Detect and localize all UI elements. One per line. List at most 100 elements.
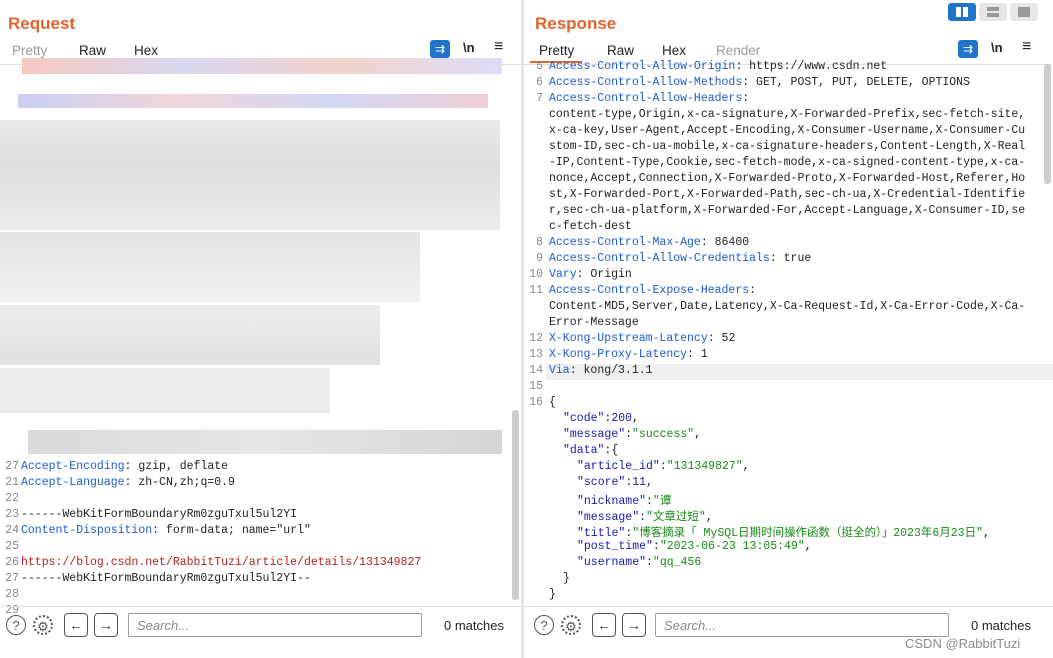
- tab-hex[interactable]: Hex: [662, 43, 686, 58]
- request-scrollbar[interactable]: [512, 410, 519, 600]
- tab-raw[interactable]: Raw: [79, 43, 106, 58]
- json-key: "article_id": [577, 460, 660, 473]
- code-line: "article_id":"131349827",: [577, 460, 750, 473]
- word-wrap-icon[interactable]: ⇉: [958, 40, 978, 58]
- json-key: "score": [577, 476, 626, 489]
- split-vertical-icon[interactable]: [979, 3, 1007, 21]
- code-line: "score":11,: [577, 476, 653, 489]
- tab-render[interactable]: Render: [716, 43, 760, 58]
- json-string: "131349827": [666, 460, 743, 473]
- code-line: st,X-Forwarded-Port,X-Forwarded-Path,sec…: [549, 188, 1025, 201]
- line-number: 23: [5, 508, 19, 521]
- header-name: Vary: [549, 268, 577, 281]
- code-line: X-Kong-Proxy-Latency: 1: [549, 348, 708, 361]
- response-scrollbar[interactable]: [1044, 64, 1051, 184]
- code-line: Accept-Encoding: gzip, deflate: [21, 460, 228, 473]
- header-value: : https://www.csdn.net: [735, 60, 888, 73]
- header-value: : true: [769, 252, 812, 265]
- tab-raw[interactable]: Raw: [607, 43, 634, 58]
- code-line: nonce,Accept,Connection,X-Forwarded-Prot…: [549, 172, 1025, 185]
- json-string: "博客摘录「 MySQL日期时间操作函数（挺全的）」2023年6月23日": [632, 527, 983, 540]
- header-name: Access-Control-Expose-Headers: [549, 284, 750, 297]
- json-number: 11: [632, 476, 647, 489]
- single-pane-icon[interactable]: [1010, 3, 1038, 21]
- json-string: "文章过短": [646, 511, 706, 524]
- code-line: Vary: Origin: [549, 268, 632, 281]
- line-number: 13: [529, 348, 543, 361]
- arrow-left-icon[interactable]: ←: [64, 613, 88, 637]
- arrow-right-icon[interactable]: →: [622, 613, 646, 637]
- header-name: Access-Control-Max-Age: [549, 236, 701, 249]
- code-line: Via: kong/3.1.1: [549, 364, 653, 377]
- code-line: "post_time":"2023-06-23 13:05:49",: [577, 540, 812, 553]
- code-line: Error-Message: [549, 316, 639, 329]
- code-line: stom-ID,sec-ch-ua-mobile,x-ca-signature-…: [549, 140, 1025, 153]
- json-key: "message": [577, 511, 640, 524]
- code-line: "code":200,: [563, 412, 639, 425]
- header-name: Accept-Language: [21, 476, 125, 489]
- settings-gear-icon[interactable]: ⚙: [561, 615, 581, 635]
- line-number: 25: [5, 540, 19, 553]
- response-pane: Response Pretty Raw Hex Render ⇉ \n ≡ 5A…: [524, 0, 1053, 658]
- code-line: ------WebKitFormBoundaryRm0zguTxul5ul2YI…: [21, 572, 311, 585]
- line-number: 5: [536, 60, 543, 73]
- code-line: c-fetch-dest: [549, 220, 632, 233]
- response-matches-count: 0 matches: [971, 618, 1031, 633]
- header-name: Access-Control-Allow-Headers: [549, 92, 743, 105]
- line-number: 27: [5, 572, 19, 585]
- response-search-input[interactable]: [655, 613, 949, 637]
- request-search-input[interactable]: [128, 613, 422, 637]
- header-value: : 86400: [700, 236, 750, 249]
- json-punct: ,: [982, 527, 990, 540]
- line-number: 9: [536, 252, 543, 265]
- view-layout-toggle: [948, 3, 1038, 21]
- json-key: "code": [563, 412, 605, 425]
- code-line: {: [549, 396, 556, 409]
- request-footer: ? ⚙ ← → 0 matches: [0, 606, 521, 645]
- header-name: X-Kong-Upstream-Latency: [549, 332, 708, 345]
- body-text: ------WebKitFormBoundaryRm0zguTxul5ul2YI…: [21, 572, 311, 585]
- arrow-left-icon[interactable]: ←: [592, 613, 616, 637]
- settings-gear-icon[interactable]: ⚙: [33, 615, 53, 635]
- code-line: Content-MD5,Server,Date,Latency,X-Ca-Req…: [549, 300, 1025, 313]
- header-name: Accept-Encoding: [21, 460, 125, 473]
- split-horizontal-icon[interactable]: [948, 3, 976, 21]
- code-line: "data":{: [563, 444, 618, 457]
- word-wrap-icon[interactable]: ⇉: [430, 40, 450, 58]
- json-punct: ,: [646, 476, 653, 489]
- newline-toggle[interactable]: \n: [463, 40, 475, 58]
- hamburger-menu-icon[interactable]: ≡: [494, 38, 503, 56]
- tab-pretty[interactable]: Pretty: [12, 43, 47, 58]
- json-punct: :: [652, 540, 660, 553]
- code-line: "message":"success",: [563, 428, 701, 441]
- header-name: Access-Control-Allow-Credentials: [549, 252, 770, 265]
- json-number: 200: [611, 412, 633, 425]
- json-punct: :: [659, 460, 667, 473]
- newline-toggle[interactable]: \n: [991, 40, 1003, 58]
- header-value: : 1: [687, 348, 708, 361]
- json-key: "title": [577, 527, 626, 540]
- arrow-right-icon[interactable]: →: [94, 613, 118, 637]
- header-value: c-fetch-dest: [549, 220, 632, 233]
- tab-hex[interactable]: Hex: [134, 43, 158, 58]
- header-value: : form-data; name="url": [152, 524, 311, 537]
- json-key: "message": [563, 428, 626, 441]
- json-key: "username": [577, 556, 647, 569]
- code-line: r,sec-ch-ua-platform,X-Forwarded-For,Acc…: [549, 204, 1025, 217]
- header-value: content-type,Origin,x-ca-signature,X-For…: [549, 108, 1026, 121]
- header-value: : GET, POST, PUT, DELETE, OPTIONS: [742, 76, 970, 89]
- help-icon[interactable]: ?: [534, 615, 554, 635]
- json-punct: :: [639, 511, 647, 524]
- code-line: Access-Control-Allow-Origin: https://www…: [549, 60, 887, 73]
- hamburger-menu-icon[interactable]: ≡: [1022, 38, 1031, 56]
- json-punct: ,: [694, 428, 702, 441]
- line-number: 12: [529, 332, 543, 345]
- header-value: Error-Message: [549, 316, 639, 329]
- code-line: "username":"qq_456: [577, 556, 701, 569]
- header-name: Via: [549, 364, 570, 377]
- json-punct: :: [646, 556, 653, 569]
- line-number: 15: [529, 380, 543, 393]
- code-line: Accept-Language: zh-CN,zh;q=0.9: [21, 476, 235, 489]
- help-icon[interactable]: ?: [6, 615, 26, 635]
- code-line: content-type,Origin,x-ca-signature,X-For…: [549, 108, 1025, 121]
